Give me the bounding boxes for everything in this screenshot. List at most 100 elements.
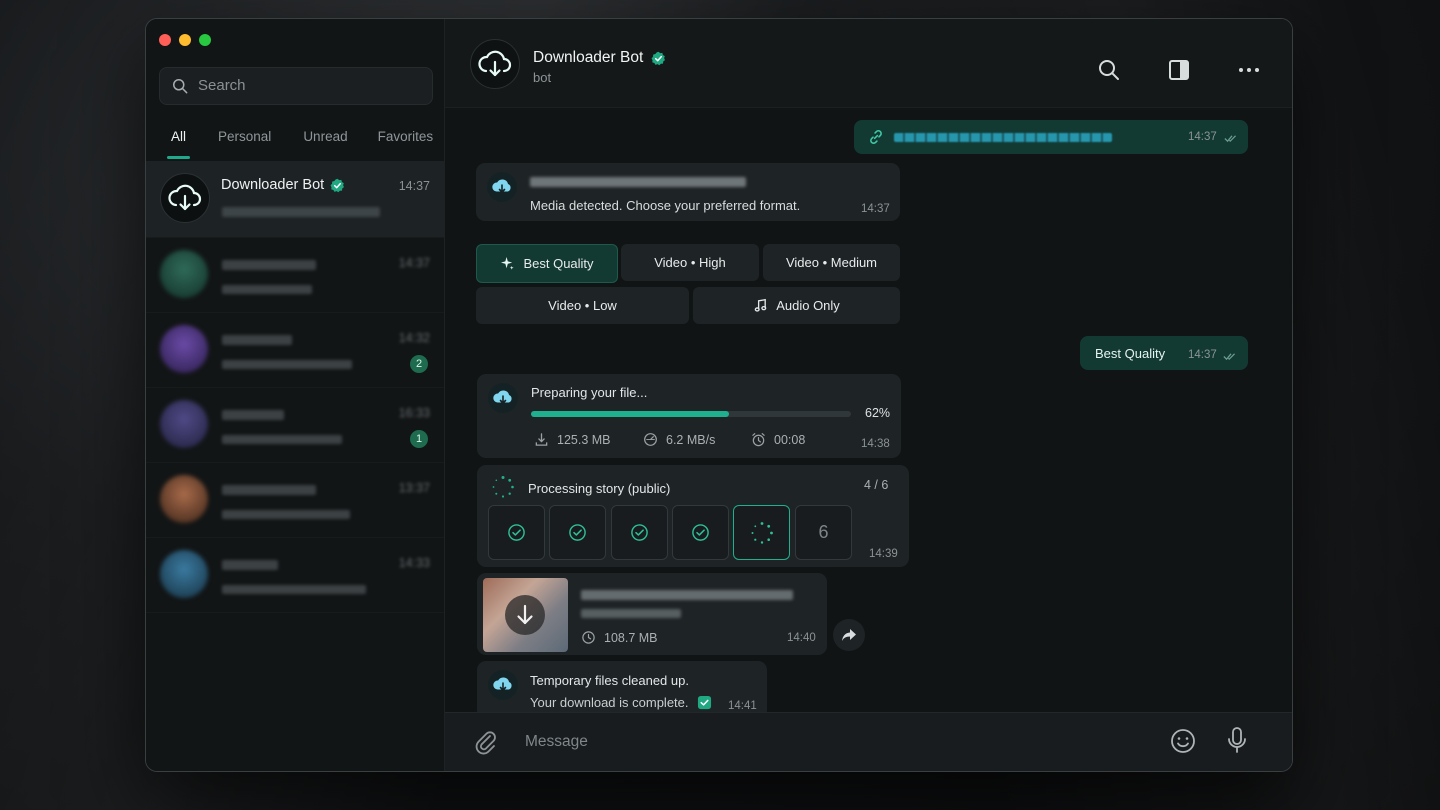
speed-stat: 6.2 MB/s: [643, 432, 715, 447]
chat-name-label: Downloader Bot: [221, 177, 325, 193]
avatar: [160, 400, 208, 448]
tab-personal[interactable]: Personal: [206, 125, 283, 153]
unread-badge: 1: [410, 430, 428, 448]
message-list: 14:37 Media detected. Choose your prefer…: [445, 108, 1292, 719]
emoji-button[interactable]: [1168, 726, 1198, 756]
header-actions: [1096, 57, 1262, 83]
bot-avatar: [160, 173, 210, 223]
chat-item[interactable]: 14:33: [146, 538, 444, 613]
step-pending: 6: [795, 505, 852, 560]
microphone-icon: [1228, 727, 1246, 753]
message-time: 14:37: [1188, 131, 1217, 143]
alarm-clock-icon: [752, 433, 765, 447]
download-progress-message: Preparing your file... 62% 125.3 MB 6.2 …: [477, 374, 901, 458]
avatar: [160, 250, 208, 298]
outgoing-link-message[interactable]: 14:37: [854, 120, 1248, 154]
step-in-progress: [733, 505, 790, 560]
chat-preview-blurred: [222, 285, 312, 294]
close-window-button[interactable]: [159, 34, 171, 46]
cloud-download-icon: [493, 390, 512, 404]
step-complete: [672, 505, 729, 560]
chat-title-label: Downloader Bot: [533, 49, 644, 66]
search-box[interactable]: Search: [159, 67, 433, 105]
file-name-blurred: [581, 609, 681, 618]
video-low-option-button[interactable]: Video • Low: [476, 287, 689, 324]
file-size-stat: 125.3 MB: [534, 432, 611, 447]
check-circle-icon: [692, 524, 709, 541]
best-quality-option-button[interactable]: Best Quality: [476, 244, 618, 283]
attach-button[interactable]: [471, 727, 501, 757]
minimize-window-button[interactable]: [179, 34, 191, 46]
avatar: [160, 325, 208, 373]
chat-time: 13:37: [398, 481, 430, 495]
maximize-window-button[interactable]: [199, 34, 211, 46]
search-button[interactable]: [1096, 57, 1122, 83]
message-input[interactable]: Message: [525, 733, 588, 751]
file-message[interactable]: 108.7 MB 14:40: [477, 573, 827, 655]
bot-avatar[interactable]: [470, 39, 520, 89]
more-options-button[interactable]: [1236, 57, 1262, 83]
chat-item-downloader-bot[interactable]: Downloader Bot 14:37: [146, 161, 444, 238]
chat-name-blurred: [222, 260, 316, 270]
tab-favorites[interactable]: Favorites: [366, 125, 446, 153]
chat-pane: Downloader Bot bot 14:37 Media detected.…: [445, 19, 1292, 771]
chat-item[interactable]: 14:32 2: [146, 313, 444, 388]
spinner-icon: [492, 476, 514, 498]
toggle-panel-button[interactable]: [1166, 57, 1192, 83]
chat-time: 16:33: [398, 406, 430, 420]
chat-item[interactable]: 13:37: [146, 463, 444, 538]
cloud-download-icon: [478, 50, 512, 77]
eta-value: 00:08: [774, 432, 806, 447]
search-input[interactable]: Search: [198, 77, 246, 94]
cloud-download-icon: [493, 677, 512, 691]
tab-unread[interactable]: Unread: [291, 125, 359, 153]
voice-record-button[interactable]: [1222, 725, 1252, 757]
speed-gauge-icon: [644, 433, 657, 446]
download-complete-message: Temporary files cleaned up. Your downloa…: [477, 661, 767, 719]
chat-filter-tabs: All Personal Unread Favorites: [159, 125, 446, 159]
unread-badge: 2: [410, 355, 428, 373]
link-text-blurred: [894, 133, 1112, 142]
message-composer: Message: [445, 712, 1292, 771]
option-label: Video • Medium: [785, 255, 878, 270]
complete-line-2-row: Your download is complete.: [530, 695, 712, 710]
bot-icon: [488, 670, 518, 700]
chat-item[interactable]: 14:37: [146, 238, 444, 313]
tab-all[interactable]: All: [159, 125, 198, 159]
music-note-icon: [754, 298, 767, 312]
forward-icon: [842, 629, 856, 641]
video-medium-option-button[interactable]: Video • Medium: [763, 244, 900, 281]
double-check-icon: [1223, 353, 1235, 361]
file-size-value: 125.3 MB: [557, 432, 611, 447]
message-time: 14:40: [787, 632, 816, 644]
step-complete: [611, 505, 668, 560]
smiley-icon: [1171, 729, 1195, 753]
chat-name-blurred: [222, 485, 316, 495]
check-square-icon: [697, 695, 711, 710]
file-name-blurred: [581, 590, 793, 600]
outgoing-reply-message[interactable]: Best Quality 14:37: [1080, 336, 1248, 370]
option-label: Video • High: [654, 255, 726, 270]
arrow-down-icon: [517, 604, 533, 625]
bot-icon: [488, 383, 518, 413]
chat-item[interactable]: 16:33 1: [146, 388, 444, 463]
chat-name-blurred: [222, 560, 278, 570]
file-thumbnail[interactable]: [483, 578, 568, 652]
app-window: Search All Personal Unread Favorites Dow…: [145, 18, 1293, 772]
option-label: Best Quality: [523, 256, 594, 271]
search-icon: [1099, 60, 1119, 80]
download-button[interactable]: [505, 595, 545, 635]
progress-title: Preparing your file...: [531, 385, 648, 400]
step-complete: [549, 505, 606, 560]
step-complete: [488, 505, 545, 560]
verified-icon: [330, 178, 345, 192]
video-high-option-button[interactable]: Video • High: [621, 244, 759, 281]
chat-preview-blurred: [222, 360, 352, 369]
file-size-value: 108.7 MB: [604, 630, 658, 645]
sidebar: Search All Personal Unread Favorites Dow…: [146, 19, 445, 771]
double-check-icon: [1224, 135, 1236, 143]
progress-percent: 62%: [865, 406, 891, 420]
audio-only-option-button[interactable]: Audio Only: [693, 287, 900, 324]
cloud-download-icon: [168, 184, 202, 211]
forward-button[interactable]: [833, 619, 865, 651]
